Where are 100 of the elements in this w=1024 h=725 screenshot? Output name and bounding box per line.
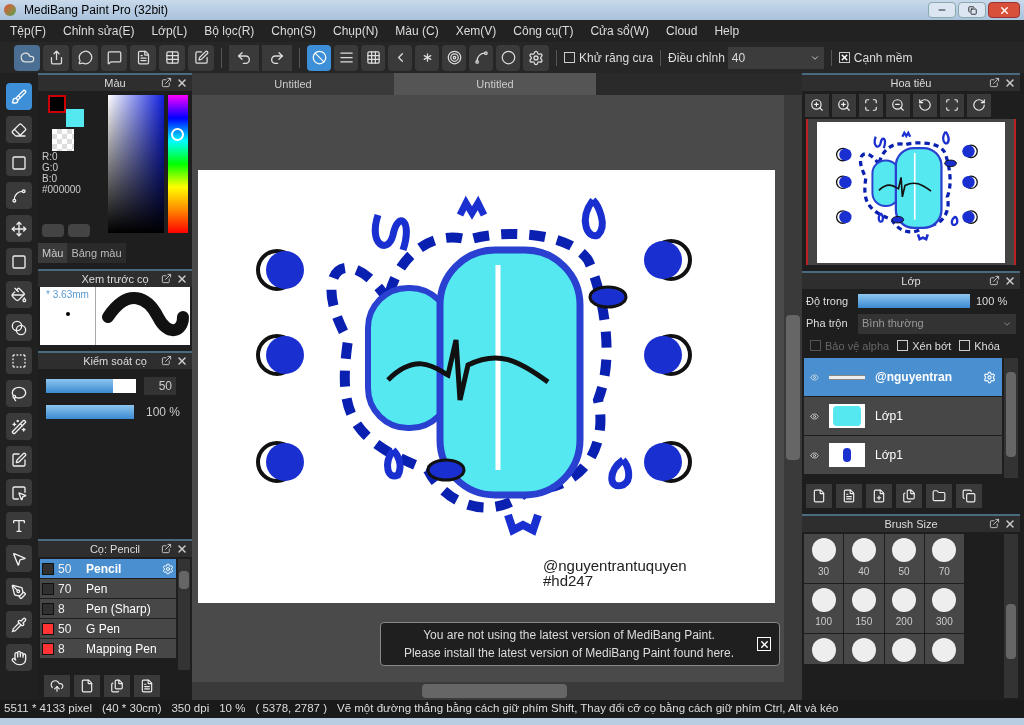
eyedropper-icon[interactable] <box>6 611 32 638</box>
menu-item[interactable]: Cửa sổ(W) <box>590 22 650 40</box>
opacity-track[interactable] <box>858 294 970 309</box>
slider-value[interactable]: 50 <box>144 377 176 395</box>
menu-item[interactable]: Cloud <box>666 22 698 40</box>
undock-icon[interactable] <box>161 273 172 284</box>
close-icon[interactable] <box>1004 275 1016 287</box>
close-icon[interactable] <box>757 637 771 651</box>
undock-icon[interactable] <box>989 518 1000 529</box>
document-icon[interactable] <box>836 484 862 508</box>
undock-icon[interactable] <box>161 77 172 88</box>
menu-item[interactable]: Công cụ(T) <box>513 22 574 40</box>
brush-size-preset[interactable]: 150 <box>844 584 884 633</box>
rotate-left-icon[interactable] <box>913 93 937 117</box>
edit-icon[interactable] <box>188 44 214 71</box>
restore-button[interactable] <box>958 2 986 18</box>
brush-row[interactable]: 8 Pen (Sharp) <box>40 599 176 618</box>
document-tab[interactable]: Untitled <box>192 73 394 95</box>
menu-item[interactable]: Xem(V) <box>455 22 497 40</box>
undock-icon[interactable] <box>161 543 172 554</box>
slider-track[interactable] <box>46 405 134 419</box>
close-icon[interactable] <box>176 355 188 367</box>
close-icon[interactable] <box>176 273 188 285</box>
gear-icon[interactable] <box>983 370 996 384</box>
curve-icon[interactable] <box>469 44 493 71</box>
minimize-button[interactable] <box>928 2 956 18</box>
brush-size-preset[interactable] <box>924 634 964 664</box>
grid-icon[interactable] <box>361 44 385 71</box>
menu-item[interactable]: Lớp(L) <box>151 22 188 40</box>
undock-icon[interactable] <box>989 77 1000 88</box>
copy-file-icon[interactable] <box>896 484 922 508</box>
concentric-icon[interactable] <box>442 44 466 71</box>
zoom-in-icon[interactable] <box>805 93 829 117</box>
layer-row[interactable]: Lớp1 <box>804 397 1002 435</box>
panel-tab[interactable]: Bảng màu <box>67 243 126 263</box>
scrollbar[interactable] <box>178 559 190 670</box>
vertical-scrollbar[interactable] <box>784 95 802 682</box>
close-icon[interactable] <box>176 543 188 555</box>
scrollbar[interactable] <box>1004 534 1018 698</box>
visibility-icon[interactable] <box>810 450 819 460</box>
menu-item[interactable]: Bộ lọc(R) <box>204 22 255 40</box>
scrollbar[interactable] <box>1004 358 1018 478</box>
close-button[interactable] <box>988 2 1020 18</box>
slider-track[interactable] <box>46 379 136 393</box>
brush-size-preset[interactable]: 40 <box>844 534 884 583</box>
message-icon[interactable] <box>101 44 127 71</box>
brush-size-preset[interactable]: 300 <box>924 584 964 633</box>
fit-icon[interactable] <box>859 93 883 117</box>
gradient-icon[interactable] <box>6 314 32 341</box>
document-tab[interactable]: Untitled <box>394 73 596 95</box>
rotate-right-icon[interactable] <box>967 93 991 117</box>
gear-icon[interactable] <box>162 562 174 575</box>
visibility-icon[interactable] <box>810 411 819 421</box>
horizontal-scrollbar[interactable] <box>192 682 802 700</box>
close-icon[interactable] <box>176 77 188 89</box>
hand-icon[interactable] <box>6 644 32 671</box>
brush-row[interactable]: 8 Mapping Pen <box>40 639 176 658</box>
menu-item[interactable]: Chỉnh sửa(E) <box>63 22 135 40</box>
transparent-swatch[interactable] <box>52 129 74 151</box>
close-icon[interactable] <box>1004 77 1016 89</box>
copy-file-icon[interactable] <box>104 675 130 697</box>
undock-icon[interactable] <box>989 275 1000 286</box>
brush-size-preset[interactable] <box>884 634 924 664</box>
curve-icon[interactable] <box>6 182 32 209</box>
no-snap-icon[interactable] <box>307 44 331 71</box>
document-icon[interactable] <box>134 675 160 697</box>
brush-row[interactable]: 70 Pen <box>40 579 176 598</box>
brush-size-preset[interactable] <box>844 634 884 664</box>
menu-item[interactable]: Tệp(F) <box>10 22 46 40</box>
dashed-square-icon[interactable] <box>6 347 32 374</box>
brush-size-preset[interactable]: 30 <box>804 534 844 583</box>
cursor-icon[interactable] <box>6 545 32 572</box>
brush-size-preset[interactable]: 70 <box>924 534 964 583</box>
square-icon[interactable] <box>6 248 32 275</box>
menu-item[interactable]: Help <box>714 22 740 40</box>
pen-square-icon[interactable] <box>6 446 32 473</box>
folder-icon[interactable] <box>926 484 952 508</box>
document-icon[interactable] <box>130 44 156 71</box>
brush-size-preset[interactable] <box>804 634 844 664</box>
hue-slider[interactable] <box>168 95 188 233</box>
duplicate-icon[interactable] <box>956 484 982 508</box>
paint-bucket-icon[interactable] <box>6 281 32 308</box>
frame-icon[interactable] <box>940 93 964 117</box>
close-icon[interactable] <box>1004 518 1016 530</box>
speech-bubble-icon[interactable] <box>72 44 98 71</box>
pen-icon[interactable] <box>6 578 32 605</box>
panel-tab[interactable]: Màu <box>38 243 68 263</box>
square-icon[interactable] <box>6 149 32 176</box>
foreground-color-swatch[interactable] <box>48 95 66 113</box>
magic-wand-icon[interactable] <box>6 413 32 440</box>
zoom-out-icon[interactable] <box>886 93 910 117</box>
text-icon[interactable] <box>6 512 32 539</box>
eraser-icon[interactable] <box>6 116 32 143</box>
menu-item[interactable]: Màu (C) <box>395 22 439 40</box>
undock-icon[interactable] <box>161 355 172 366</box>
background-color-swatch[interactable] <box>66 109 84 127</box>
redo-icon[interactable] <box>262 44 292 71</box>
radial-icon[interactable] <box>415 44 439 71</box>
upload-icon[interactable] <box>43 44 69 71</box>
move-icon[interactable] <box>6 215 32 242</box>
